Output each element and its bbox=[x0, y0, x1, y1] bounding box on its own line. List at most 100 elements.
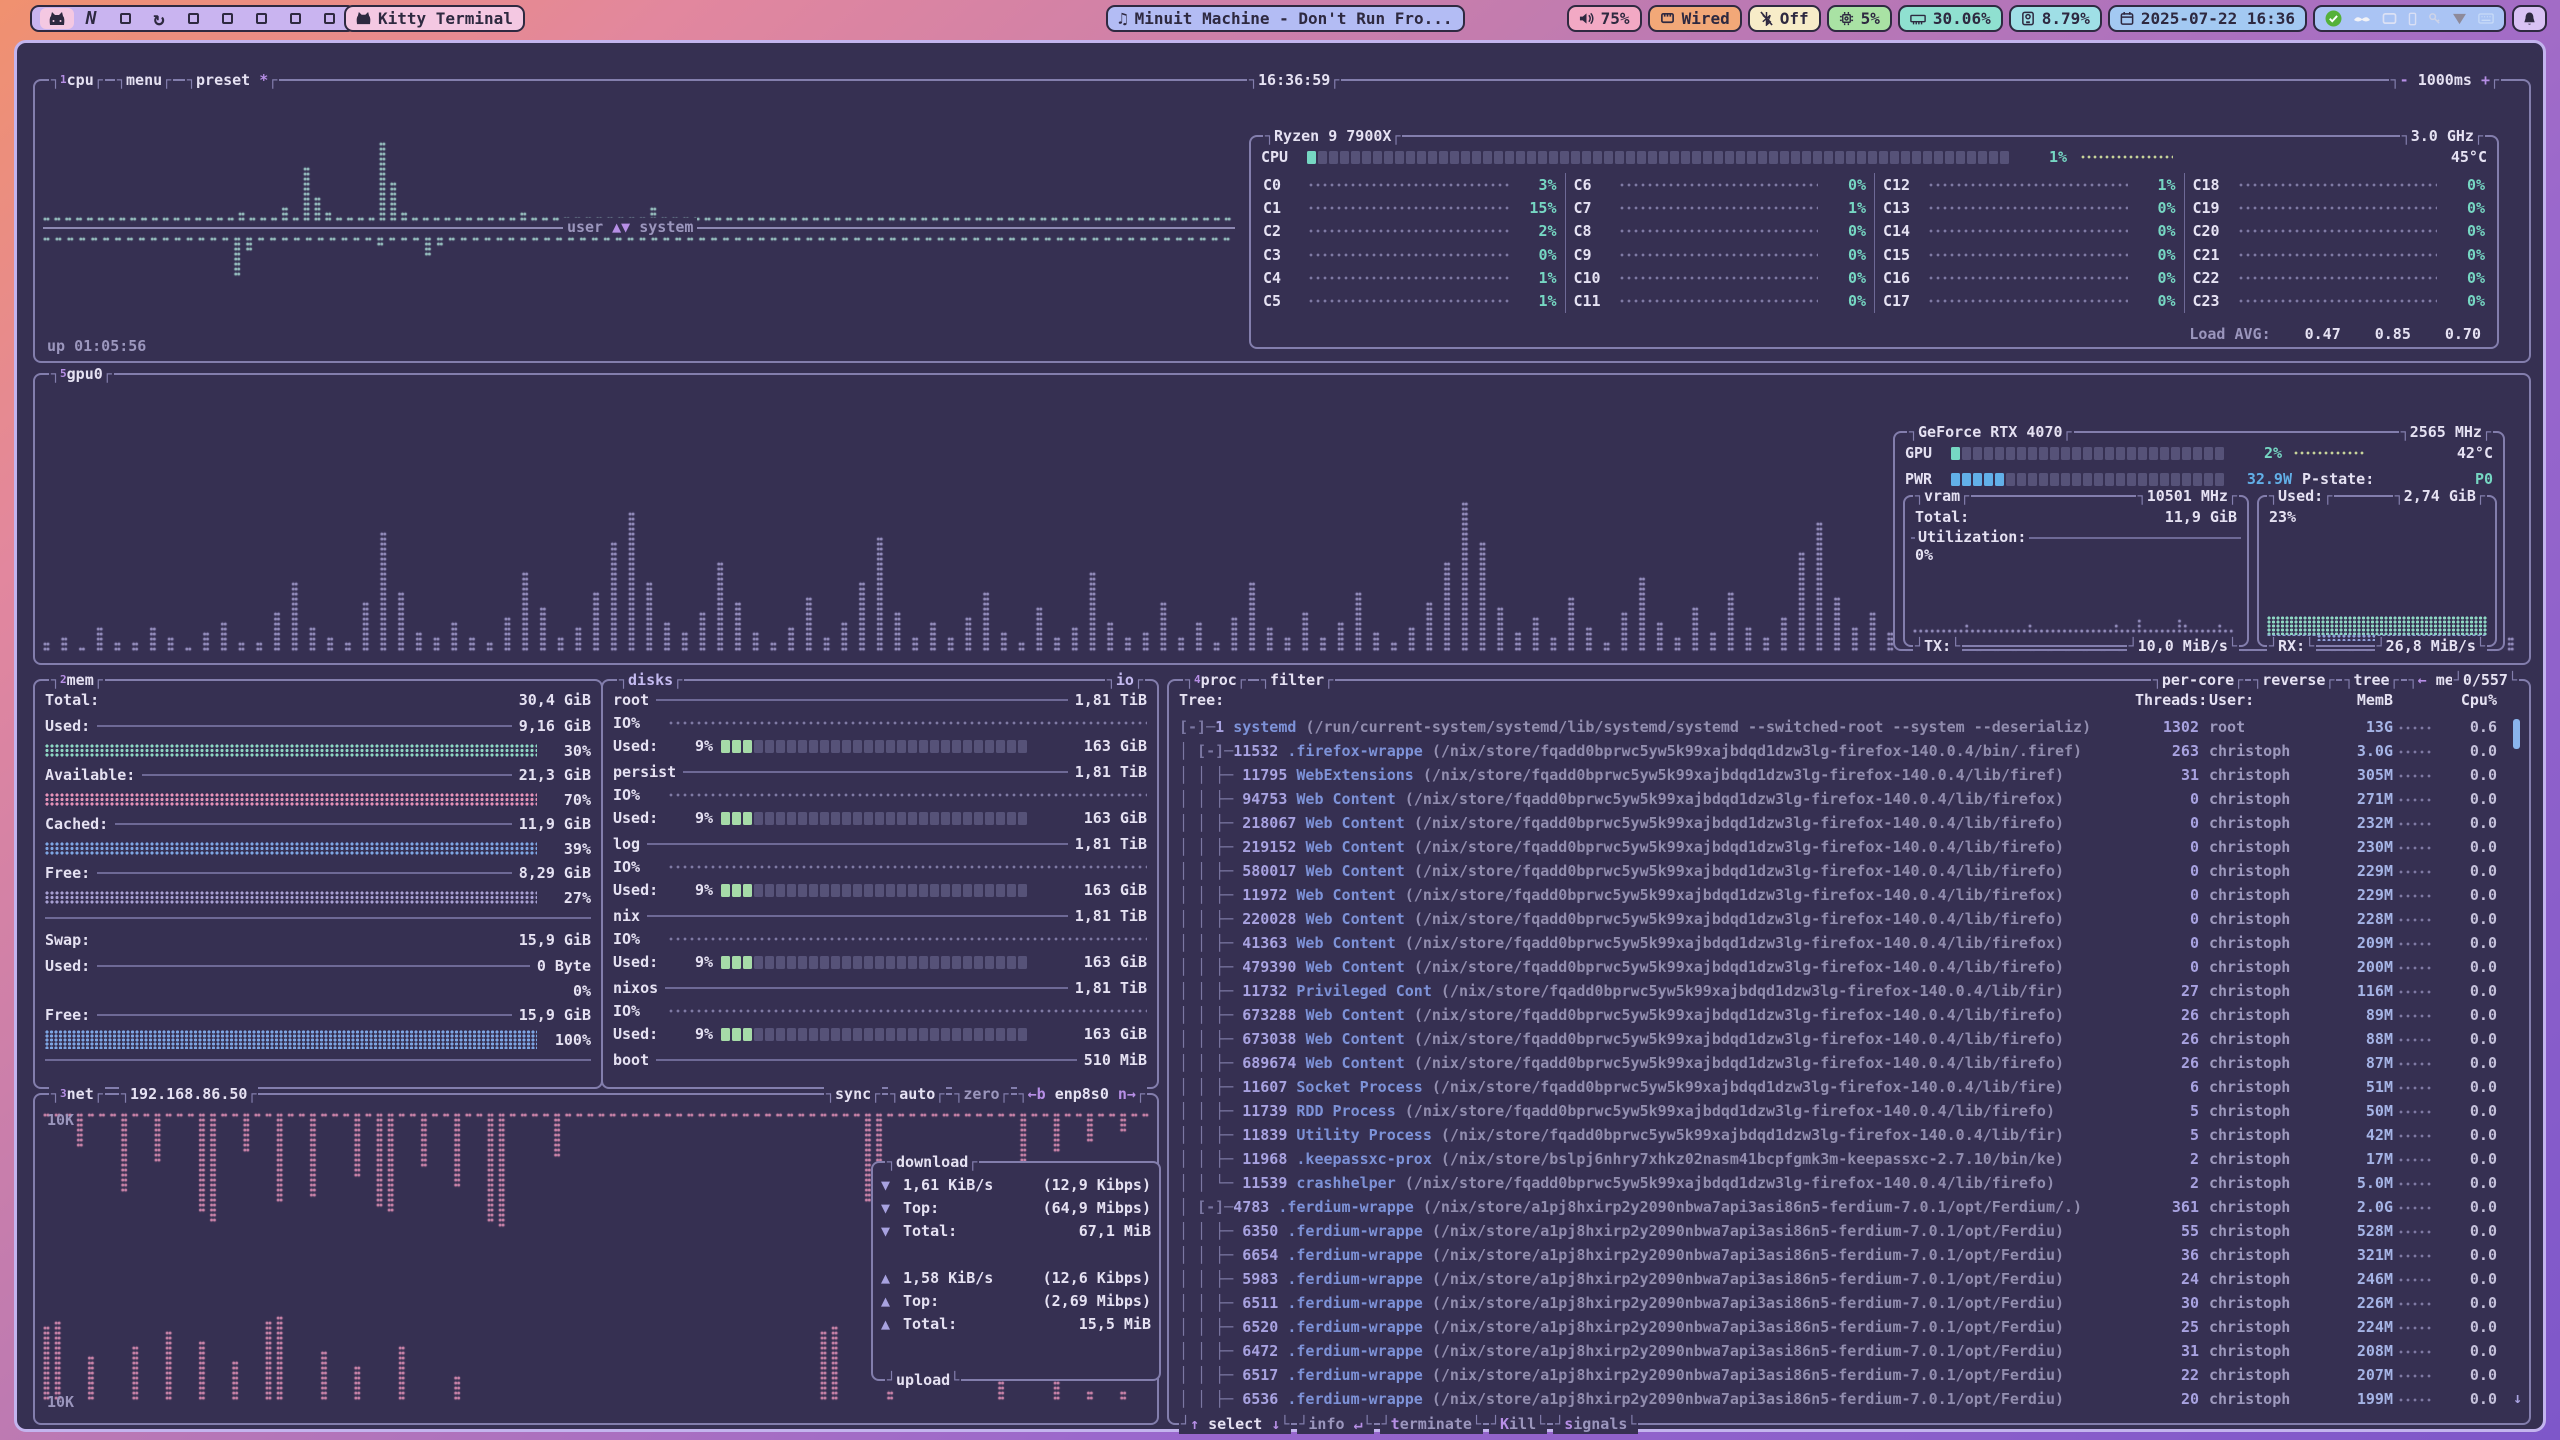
preset-button[interactable]: ┐preset *┌ bbox=[185, 70, 279, 90]
process-row[interactable]: │ [-]─11532 .firefox-wrappe (/nix/store/… bbox=[1179, 739, 2521, 763]
column-user[interactable]: User: bbox=[2199, 691, 2317, 709]
process-row[interactable]: │ │ ├─ 6520 .ferdium-wrappe (/nix/store/… bbox=[1179, 1315, 2521, 1339]
process-command: │ │ ├─ 6350 .ferdium-wrappe (/nix/store/… bbox=[1179, 1222, 2135, 1240]
column-threads[interactable]: Threads: bbox=[2135, 691, 2199, 709]
active-window-button[interactable]: Kitty Terminal bbox=[344, 5, 525, 32]
workspace-2[interactable] bbox=[108, 8, 142, 29]
keyboard-icon[interactable] bbox=[2478, 13, 2494, 24]
key-icon[interactable] bbox=[2428, 12, 2441, 25]
workspace-8[interactable] bbox=[312, 8, 346, 29]
system-tray[interactable] bbox=[2313, 5, 2506, 32]
workspace-6[interactable] bbox=[244, 8, 278, 29]
clock-button[interactable]: 2025-07-22 16:36 bbox=[2108, 5, 2307, 32]
process-panel-title[interactable]: ┐4proc┌ bbox=[1183, 670, 1248, 690]
cpu-usage-button[interactable]: 5% bbox=[1827, 5, 1892, 32]
process-row[interactable]: │ │ ├─ 11795 WebExtensions (/nix/store/f… bbox=[1179, 763, 2521, 787]
check-circle-icon[interactable] bbox=[2325, 10, 2342, 27]
process-row[interactable]: │ │ ├─ 6654 .ferdium-wrappe (/nix/store/… bbox=[1179, 1243, 2521, 1267]
process-row[interactable]: │ │ ├─ 11972 Web Content (/nix/store/fqa… bbox=[1179, 883, 2521, 907]
process-row[interactable]: │ │ ├─ 11732 Privileged Cont (/nix/store… bbox=[1179, 979, 2521, 1003]
process-row[interactable]: │ │ ├─ 11739 RDD Process (/nix/store/fqa… bbox=[1179, 1099, 2521, 1123]
process-row[interactable]: │ │ ├─ 219152 Web Content (/nix/store/fq… bbox=[1179, 835, 2521, 859]
process-row[interactable]: │ │ ├─ 673288 Web Content (/nix/store/fq… bbox=[1179, 1003, 2521, 1027]
scroll-down-indicator[interactable]: ↓ bbox=[2513, 1389, 2522, 1407]
process-row[interactable]: │ │ ├─ 6511 .ferdium-wrappe (/nix/store/… bbox=[1179, 1291, 2521, 1315]
process-row[interactable]: │ │ ├─ 689674 Web Content (/nix/store/fq… bbox=[1179, 1051, 2521, 1075]
window-tray-icon[interactable] bbox=[2382, 12, 2397, 25]
meter-cell bbox=[1516, 151, 1525, 164]
column-tree[interactable]: Tree: bbox=[1179, 691, 2135, 709]
volume-button[interactable]: 75% bbox=[1567, 5, 1642, 32]
column-mem[interactable]: MemB bbox=[2317, 691, 2393, 709]
mustache-icon[interactable] bbox=[2353, 13, 2371, 25]
net-auto-button[interactable]: ┐auto┌ bbox=[888, 1084, 946, 1104]
memory-panel-title[interactable]: ┐2mem┌ bbox=[49, 670, 105, 690]
process-row[interactable]: │ │ └─ 11539 crashhelper (/nix/store/fqa… bbox=[1179, 1171, 2521, 1195]
process-command: │ │ ├─ 220028 Web Content (/nix/store/fq… bbox=[1179, 910, 2135, 928]
workspace-nix[interactable]: N bbox=[74, 8, 108, 29]
vpn-triangle-icon[interactable] bbox=[2452, 13, 2467, 25]
net-zero-button[interactable]: ┐zero┌ bbox=[952, 1084, 1010, 1104]
meter-cell bbox=[2083, 447, 2092, 460]
workspace-switcher[interactable]: N ↻ bbox=[30, 5, 356, 32]
column-cpu[interactable]: Cpu% bbox=[2439, 691, 2497, 709]
media-player-button[interactable]: ♫ Minuit Machine - Don't Run Fro... bbox=[1106, 5, 1465, 32]
process-row[interactable]: │ │ ├─ 94753 Web Content (/nix/store/fqa… bbox=[1179, 787, 2521, 811]
cpu-core-row: C115% bbox=[1263, 196, 1557, 219]
process-row[interactable]: [-]─1 systemd (/run/current-system/syste… bbox=[1179, 715, 2521, 739]
workspace-refresh[interactable]: ↻ bbox=[142, 8, 176, 29]
kill-button[interactable]: ┘Kill└ bbox=[1489, 1414, 1547, 1434]
meter-cell bbox=[1307, 151, 1316, 164]
menu-button[interactable]: ┐menu┌ bbox=[115, 70, 173, 90]
process-row[interactable]: │ [-]─4783 .ferdium-wrappe (/nix/store/a… bbox=[1179, 1195, 2521, 1219]
process-row[interactable]: │ │ ├─ 6350 .ferdium-wrappe (/nix/store/… bbox=[1179, 1219, 2521, 1243]
scrollbar-thumb[interactable] bbox=[2513, 719, 2520, 749]
process-row[interactable]: │ │ ├─ 6472 .ferdium-wrappe (/nix/store/… bbox=[1179, 1339, 2521, 1363]
process-row[interactable]: │ │ ├─ 6536 .ferdium-wrappe (/nix/store/… bbox=[1179, 1387, 2521, 1409]
info-button[interactable]: ┘info ↵└ bbox=[1297, 1414, 1373, 1434]
workspace-7[interactable] bbox=[278, 8, 312, 29]
meter-cell bbox=[787, 1028, 796, 1041]
meter-cell bbox=[776, 740, 785, 753]
proc-per-core-button[interactable]: ┐per-core┌ bbox=[2151, 670, 2245, 690]
filter-button[interactable]: ┐filter┌ bbox=[1259, 670, 1335, 690]
net-sync-button[interactable]: ┐sync┌ bbox=[824, 1084, 882, 1104]
workspace-5[interactable] bbox=[210, 8, 244, 29]
bluetooth-button[interactable]: Off bbox=[1748, 5, 1821, 32]
terminate-button[interactable]: ┘terminate└ bbox=[1380, 1414, 1483, 1434]
process-mem-graph bbox=[2399, 1277, 2433, 1282]
process-row[interactable]: │ │ ├─ 6517 .ferdium-wrappe (/nix/store/… bbox=[1179, 1363, 2521, 1387]
proc-tree-button[interactable]: ┐tree┌ bbox=[2342, 670, 2400, 690]
meter-cell bbox=[721, 740, 730, 753]
memory-usage-button[interactable]: 30.06% bbox=[1898, 5, 2003, 32]
gpu-panel-title[interactable]: ┐5gpu0┌ bbox=[49, 364, 114, 384]
gpu-usage-row: GPU 2% 42°C bbox=[1905, 443, 2493, 463]
net-interface-switcher[interactable]: ┐←b enp8s0 n→┌ bbox=[1017, 1084, 1147, 1104]
process-row[interactable]: │ │ ├─ 11607 Socket Process (/nix/store/… bbox=[1179, 1075, 2521, 1099]
io-toggle-button[interactable]: ┐io┌ bbox=[1105, 670, 1145, 690]
meter-cell bbox=[974, 812, 983, 825]
disk-usage-button[interactable]: 8.79% bbox=[2009, 5, 2102, 32]
disks-panel-title[interactable]: ┐disks┌ bbox=[617, 670, 684, 690]
process-row[interactable]: │ │ ├─ 479390 Web Content (/nix/store/fq… bbox=[1179, 955, 2521, 979]
phone-icon[interactable] bbox=[2408, 12, 2417, 26]
workspace-4[interactable] bbox=[176, 8, 210, 29]
process-row[interactable]: │ │ ├─ 11968 .keepassxc-prox (/nix/store… bbox=[1179, 1147, 2521, 1171]
select-control[interactable]: ┘↑ select ↓└ bbox=[1179, 1414, 1291, 1434]
process-row[interactable]: │ │ ├─ 5983 .ferdium-wrappe (/nix/store/… bbox=[1179, 1267, 2521, 1291]
process-row[interactable]: │ │ ├─ 673038 Web Content (/nix/store/fq… bbox=[1179, 1027, 2521, 1051]
network-panel-title[interactable]: ┐3net┌ bbox=[49, 1084, 105, 1104]
process-row[interactable]: │ │ ├─ 220028 Web Content (/nix/store/fq… bbox=[1179, 907, 2521, 931]
network-button[interactable]: Wired bbox=[1648, 5, 1742, 32]
notifications-button[interactable] bbox=[2512, 5, 2547, 32]
process-row[interactable]: │ │ ├─ 580017 Web Content (/nix/store/fq… bbox=[1179, 859, 2521, 883]
cpu-panel-title[interactable]: ┐1cpu┌ bbox=[49, 70, 105, 90]
process-row[interactable]: │ │ ├─ 41363 Web Content (/nix/store/fqa… bbox=[1179, 931, 2521, 955]
proc-reverse-button[interactable]: ┐reverse┌ bbox=[2251, 670, 2336, 690]
workspace-kitty-active[interactable] bbox=[40, 8, 74, 29]
update-interval-control[interactable]: ┐- 1000ms +┌ bbox=[2389, 70, 2501, 90]
meter-cell bbox=[1868, 151, 1877, 164]
signals-button[interactable]: ┘signals└ bbox=[1553, 1414, 1638, 1434]
process-row[interactable]: │ │ ├─ 11839 Utility Process (/nix/store… bbox=[1179, 1123, 2521, 1147]
process-row[interactable]: │ │ ├─ 218067 Web Content (/nix/store/fq… bbox=[1179, 811, 2521, 835]
